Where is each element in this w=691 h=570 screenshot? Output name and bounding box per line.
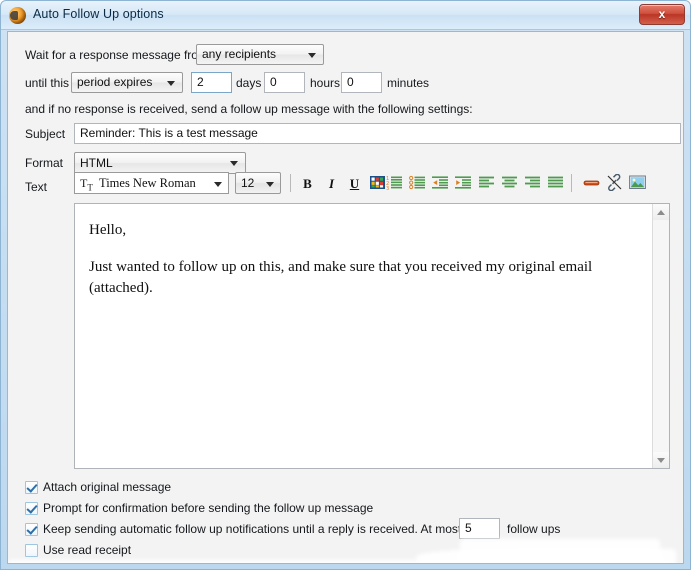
message-body-editor[interactable]: Hello, Just wanted to follow up on this,… — [74, 203, 670, 469]
scroll-down-button[interactable] — [653, 452, 669, 468]
format-dropdown-value: HTML — [80, 156, 113, 170]
align-center-icon[interactable] — [500, 174, 519, 193]
font-size-dropdown[interactable]: 12 — [235, 172, 281, 194]
days-label: days — [236, 76, 262, 90]
scroll-up-button[interactable] — [653, 204, 669, 220]
hours-input[interactable]: 0 — [264, 72, 305, 93]
bulleted-list-icon[interactable] — [408, 174, 427, 193]
decrease-indent-icon[interactable] — [431, 174, 450, 193]
body-paragraph-1: Hello, — [89, 222, 127, 238]
chevron-down-icon — [657, 458, 665, 463]
toolbar-separator — [290, 174, 291, 192]
justify-icon[interactable] — [546, 174, 565, 193]
font-family-dropdown[interactable]: TT Times New Roman — [74, 172, 229, 194]
auto-follow-up-window: Auto Follow Up options x Wait for a resp… — [0, 0, 691, 570]
font-family-value: Times New Roman — [99, 176, 196, 190]
editor-toolbar: TT Times New Roman 12 B I U 1 2 3 — [74, 172, 658, 196]
app-icon — [9, 7, 26, 24]
toolbar-separator — [571, 174, 572, 192]
minutes-label: minutes — [387, 76, 430, 90]
checkbox-prompt-confirmation[interactable] — [25, 502, 38, 515]
chevron-down-icon — [266, 182, 274, 187]
condition-dropdown-value: period expires — [77, 75, 153, 89]
svg-text:3: 3 — [386, 186, 389, 191]
subject-label: Subject — [25, 127, 66, 141]
underline-button[interactable]: U — [345, 174, 364, 193]
body-paragraph-2: Just wanted to follow up on this, and ma… — [89, 259, 593, 296]
wait-for-response-label: Wait for a response message from — [25, 48, 208, 62]
chevron-up-icon — [657, 210, 665, 215]
italic-button[interactable]: I — [322, 174, 341, 193]
insert-image-icon[interactable] — [628, 174, 647, 193]
hours-label: hours — [310, 76, 341, 90]
align-right-icon[interactable] — [523, 174, 542, 193]
chevron-down-icon — [167, 81, 175, 86]
obscured-region — [8, 560, 668, 563]
condition-dropdown[interactable]: period expires — [71, 72, 183, 93]
chevron-down-icon — [230, 161, 238, 166]
format-dropdown[interactable]: HTML — [74, 152, 246, 174]
bold-button[interactable]: B — [298, 174, 317, 193]
subject-input[interactable]: Reminder: This is a test message — [74, 123, 681, 144]
days-input[interactable]: 2 — [191, 72, 232, 93]
follow-ups-label: follow ups — [507, 522, 561, 536]
title-bar: Auto Follow Up options x — [1, 1, 690, 30]
editor-scrollbar[interactable] — [652, 204, 669, 468]
unlink-icon[interactable] — [605, 173, 624, 193]
max-follow-ups-input[interactable]: 5 — [459, 518, 500, 539]
recipients-dropdown[interactable]: any recipients — [196, 44, 324, 65]
font-size-value: 12 — [241, 176, 255, 190]
format-label: Format — [25, 156, 64, 170]
message-body-text[interactable]: Hello, Just wanted to follow up on this,… — [75, 204, 652, 468]
option-label: Prompt for confirmation before sending t… — [43, 501, 374, 515]
recipients-dropdown-value: any recipients — [202, 47, 277, 61]
chevron-down-icon — [214, 182, 222, 187]
dialog-content: Wait for a response message from any rec… — [7, 31, 684, 564]
chevron-down-icon — [308, 53, 316, 58]
option-label: Keep sending automatic follow up notific… — [43, 522, 494, 536]
close-button[interactable]: x — [639, 4, 685, 25]
checkbox-keep-sending[interactable] — [25, 523, 38, 536]
numbered-list-icon[interactable]: 1 2 3 — [385, 174, 404, 193]
window-title: Auto Follow Up options — [33, 7, 164, 21]
font-icon: TT — [80, 176, 93, 193]
checkbox-read-receipt[interactable] — [25, 544, 38, 557]
until-this-label: until this — [25, 76, 70, 90]
instruction-text: and if no response is received, send a f… — [25, 102, 473, 116]
option-label: Use read receipt — [43, 543, 132, 557]
align-left-icon[interactable] — [477, 174, 496, 193]
minutes-input[interactable]: 0 — [341, 72, 382, 93]
text-label: Text — [25, 180, 48, 194]
horizontal-rule-icon[interactable] — [582, 174, 601, 193]
option-label: Attach original message — [43, 480, 172, 494]
checkbox-attach-original[interactable] — [25, 481, 38, 494]
increase-indent-icon[interactable] — [454, 174, 473, 193]
